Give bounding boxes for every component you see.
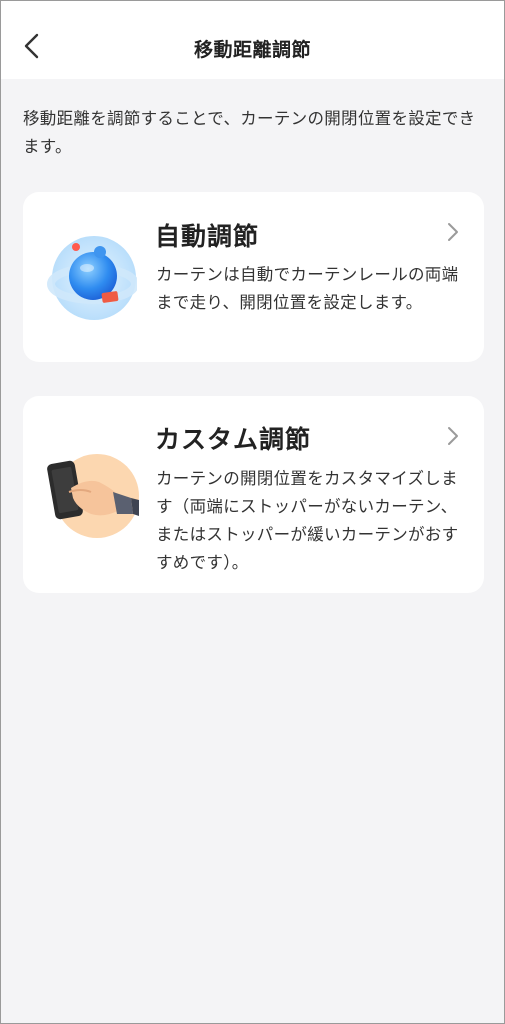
custom-adjust-description: カーテンの開閉位置をカスタマイズします（両端にストッパーがないカーテン、またはス… [156,469,459,572]
auto-adjust-description: カーテンは自動でカーテンレールの両端まで走り、開閉位置を設定します。 [156,265,459,312]
header: 移動距離調節 [1,1,504,79]
auto-adjust-card[interactable]: 自動調節 カーテンは自動でカーテンレールの両端まで走り、開閉位置を設定します。 [23,192,484,362]
chevron-right-icon [442,221,464,243]
custom-adjust-title: カスタム調節 [155,425,312,454]
page-description: 移動距離を調節することで、カーテンの開閉位置を設定できます。 [23,109,476,156]
page-title: 移動距離調節 [193,39,311,61]
auto-adjust-orb-icon [47,232,139,322]
hand-holding-phone-icon [47,448,143,544]
custom-adjust-card[interactable]: カスタム調節 カーテンの開閉位置をカスタマイズします（両端にストッパーがないカー… [23,396,484,593]
auto-adjust-title: 自動調節 [155,222,260,251]
chevron-right-icon [442,425,464,447]
